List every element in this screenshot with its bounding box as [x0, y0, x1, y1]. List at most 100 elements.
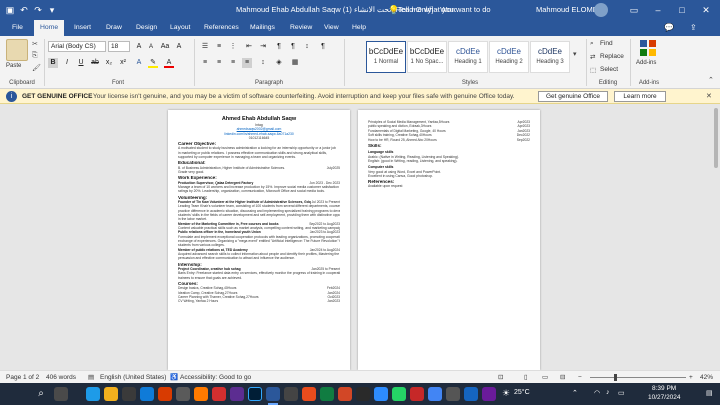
app-icon[interactable]	[176, 387, 190, 401]
shading-icon[interactable]: ◈	[274, 58, 284, 68]
numbering-icon[interactable]: ≡	[214, 42, 224, 52]
scroll-thumb[interactable]	[714, 108, 718, 168]
style-no-spacing[interactable]: bCcDdEe 1 No Spac...	[407, 41, 447, 73]
weather-temp[interactable]: 25°C	[514, 389, 530, 396]
app-icon[interactable]	[230, 387, 244, 401]
search-icon[interactable]: ⌕	[34, 387, 48, 401]
select-button[interactable]: Select	[600, 66, 618, 73]
rtl-icon[interactable]: ¶	[288, 42, 298, 52]
clock-time[interactable]: 8:39 PM	[652, 385, 676, 392]
app-icon[interactable]	[410, 387, 424, 401]
avatar[interactable]	[594, 3, 608, 17]
app-icon[interactable]	[158, 387, 172, 401]
app-icon[interactable]	[212, 387, 226, 401]
app-icon[interactable]	[284, 387, 298, 401]
app-icon[interactable]	[482, 387, 496, 401]
page-1[interactable]: Ahmed Ehab Abdullah Saqw Intag ahmedsaqw…	[168, 110, 350, 370]
paste-icon[interactable]	[6, 39, 28, 61]
tell-me-search[interactable]: Tell me what you want to do	[398, 0, 491, 20]
chrome-icon[interactable]	[428, 387, 442, 401]
volume-icon[interactable]: ♪	[606, 389, 610, 396]
superscript-icon[interactable]: x²	[118, 58, 128, 68]
sort-icon[interactable]: ↕	[302, 42, 312, 52]
show-marks-icon[interactable]: ¶	[318, 42, 328, 52]
close-warning-icon[interactable]: ✕	[706, 89, 712, 104]
styles-more-icon[interactable]: ▾	[573, 50, 577, 58]
page-2[interactable]: Principles of Social Media Management, Y…	[358, 110, 540, 370]
tab-layout[interactable]: Layout	[164, 20, 196, 36]
style-heading-3[interactable]: cDdEe Heading 3	[530, 41, 570, 73]
paste-button[interactable]: Paste	[6, 63, 21, 69]
tab-insert[interactable]: Insert	[68, 20, 97, 36]
comments-icon[interactable]: 💬	[664, 23, 674, 32]
app-icon[interactable]	[140, 387, 154, 401]
grow-font-icon[interactable]: A	[134, 42, 144, 52]
tab-references[interactable]: References	[198, 20, 245, 36]
task-view-icon[interactable]	[54, 387, 68, 401]
excel-icon[interactable]	[320, 387, 334, 401]
tab-design[interactable]: Design	[130, 20, 163, 36]
underline-icon[interactable]: U	[76, 58, 86, 68]
powerpoint-icon[interactable]	[338, 387, 352, 401]
tab-view[interactable]: View	[318, 20, 345, 36]
find-button[interactable]: Find	[600, 40, 613, 47]
clear-formatting-icon[interactable]: A	[174, 42, 184, 52]
settings-icon[interactable]	[446, 387, 460, 401]
wifi-icon[interactable]: ◠	[594, 389, 600, 397]
cut-icon[interactable]: ✂	[32, 40, 38, 48]
copy-icon[interactable]: ⎘	[32, 52, 38, 60]
app-icon[interactable]	[464, 387, 478, 401]
learn-more-button[interactable]: Learn more	[614, 91, 666, 102]
style-heading-2[interactable]: cDdEe Heading 2	[489, 41, 529, 73]
tray-chevron-icon[interactable]: ⌃	[572, 389, 578, 397]
ribbon-display-icon[interactable]: ▭	[628, 4, 640, 16]
bullets-icon[interactable]: ☰	[200, 42, 210, 52]
tab-review[interactable]: Review	[284, 20, 318, 36]
ltr-icon[interactable]: ¶	[274, 42, 284, 52]
italic-icon[interactable]: I	[62, 58, 72, 68]
increase-indent-icon[interactable]: ⇥	[258, 42, 268, 52]
photoshop-icon[interactable]	[248, 387, 262, 401]
undo-icon[interactable]: ↶	[18, 4, 30, 16]
line-spacing-icon[interactable]: ↕	[258, 58, 268, 68]
tab-draw[interactable]: Draw	[100, 20, 128, 36]
get-genuine-button[interactable]: Get genuine Office	[538, 91, 608, 102]
style-heading-1[interactable]: cDdEe Heading 1	[448, 41, 488, 73]
file-explorer-icon[interactable]	[104, 387, 118, 401]
battery-icon[interactable]: ▭	[618, 389, 625, 397]
addins-button[interactable]: Add-ins	[636, 60, 656, 66]
store-icon[interactable]	[122, 387, 136, 401]
redo-icon[interactable]: ↷	[32, 4, 44, 16]
autosave-icon[interactable]: ▣	[4, 4, 16, 16]
notifications-icon[interactable]: ▤	[706, 389, 713, 397]
edge-icon[interactable]	[86, 387, 100, 401]
borders-icon[interactable]: ▦	[290, 58, 300, 68]
replace-button[interactable]: Replace	[600, 53, 624, 60]
tab-help[interactable]: Help	[346, 20, 372, 36]
close-icon[interactable]: ✕	[700, 4, 712, 16]
align-left-icon[interactable]: ≡	[200, 58, 210, 68]
share-icon[interactable]: ⇪	[690, 23, 697, 32]
justify-icon[interactable]: ≡	[242, 58, 252, 68]
app-icon[interactable]	[194, 387, 208, 401]
multilevel-list-icon[interactable]: ⋮	[228, 42, 238, 52]
app-icon[interactable]	[302, 387, 316, 401]
app-icon[interactable]	[374, 387, 388, 401]
bold-icon[interactable]: B	[48, 58, 58, 68]
app-icon[interactable]	[356, 387, 370, 401]
change-case-icon[interactable]: Aa	[160, 42, 170, 52]
text-effects-icon[interactable]: A	[134, 58, 144, 68]
vertical-scrollbar[interactable]	[712, 104, 720, 370]
addins-icon[interactable]	[640, 40, 656, 56]
align-center-icon[interactable]: ≡	[214, 58, 224, 68]
font-color-icon[interactable]: A	[164, 58, 174, 68]
align-right-icon[interactable]: ≡	[228, 58, 238, 68]
zoom-slider[interactable]	[590, 377, 686, 378]
strikethrough-icon[interactable]: ab	[90, 58, 100, 68]
tab-file[interactable]: File	[6, 20, 29, 36]
whatsapp-icon[interactable]	[392, 387, 406, 401]
highlight-icon[interactable]: ✎	[148, 58, 158, 68]
minimize-icon[interactable]: –	[652, 4, 664, 16]
style-normal[interactable]: bCcDdEe 1 Normal	[366, 41, 406, 73]
word-icon[interactable]	[266, 387, 280, 401]
